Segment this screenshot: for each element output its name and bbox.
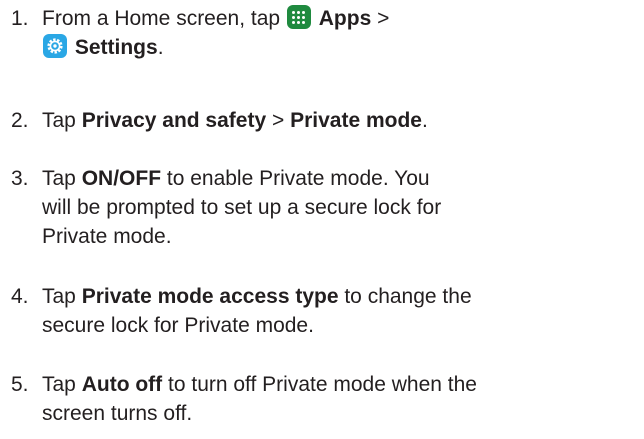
settings-label: Settings [74,36,158,59]
step-number: 2. [11,109,29,132]
step-number: 4. [11,285,29,308]
step-text: From a Home screen, tap Apps > Settings. [42,5,390,59]
step-text: Tap ON/OFF to enable Private mode. You w… [42,167,442,248]
apps-label: Apps [318,7,372,30]
step-number: 1. [11,7,29,30]
step-text: Tap Private mode access type to change t… [42,285,472,337]
private-mode-access-type-label: Private mode access type [81,285,339,308]
step-text: Tap Auto off to turn off Private mode wh… [42,373,477,425]
privacy-and-safety-label: Privacy and safety [81,109,267,132]
settings-icon [43,34,67,58]
on-off-label: ON/OFF [81,167,162,190]
step-number: 5. [11,373,29,396]
apps-icon [286,5,311,29]
step-text: Tap Privacy and safety > Private mode. [42,109,428,132]
auto-off-label: Auto off [81,373,163,396]
private-mode-label: Private mode [290,109,422,132]
step-number: 3. [11,167,29,190]
